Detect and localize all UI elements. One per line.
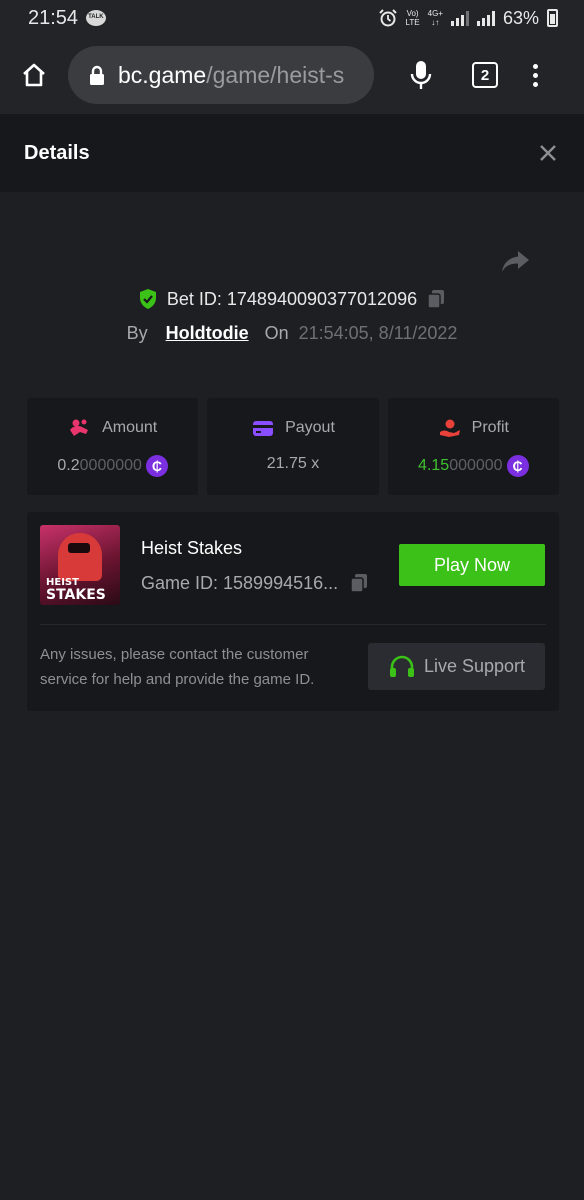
status-time: 21:54 <box>28 6 79 29</box>
close-icon <box>540 145 556 161</box>
microphone-icon <box>410 61 432 89</box>
payout-label: Payout <box>285 419 335 436</box>
on-label: On <box>264 323 289 343</box>
voice-search-button[interactable] <box>406 55 436 95</box>
thumbnail-logo-line2: STAKES <box>46 587 106 603</box>
by-label: By <box>126 323 148 343</box>
bc-coin-icon: ₵ <box>145 455 168 477</box>
home-button[interactable] <box>14 55 54 95</box>
bet-datetime: 21:54:05, 8/11/2022 <box>298 323 458 343</box>
amount-icon <box>70 419 89 436</box>
details-header: Details <box>0 114 584 192</box>
payout-card: Payout 21.75 x <box>207 398 379 495</box>
amount-value-dim: 0000000 <box>79 457 142 474</box>
signal-icon-2 <box>476 10 495 26</box>
amount-value-strong: 0.2 <box>57 457 80 474</box>
signal-icon-1 <box>450 10 469 26</box>
address-bar[interactable]: bc.game/game/heist-s <box>68 46 374 104</box>
profit-value: 4.15000000 ₵ <box>418 455 529 477</box>
payout-value: 21.75 x <box>267 455 319 473</box>
url-host: bc.game <box>118 61 207 88</box>
amount-card: Amount 0.20000000 ₵ <box>27 398 199 495</box>
home-icon <box>23 63 45 87</box>
copy-icon[interactable] <box>425 288 447 310</box>
status-bar: 21:54 Vo)LTE 4G+↓↑ 63% <box>0 0 584 36</box>
share-icon <box>502 251 529 272</box>
profit-value-strong: 4.15 <box>418 457 450 474</box>
bet-id: Bet ID: 1748940090377012096 <box>166 288 418 309</box>
tab-switcher-button[interactable]: 2 <box>472 62 498 88</box>
profit-header: Profit <box>438 418 509 438</box>
dot-icon <box>532 63 538 69</box>
amount-header: Amount <box>68 418 157 438</box>
divider <box>40 624 546 625</box>
game-name: Heist Stakes <box>141 538 243 558</box>
data-arrows-icon: ↓↑ <box>431 18 440 27</box>
game-card: HEIST STAKES Heist Stakes Game ID: 15899… <box>27 512 559 711</box>
username-link[interactable]: Holdtodie <box>166 323 249 344</box>
amount-value: 0.20000000 ₵ <box>57 455 168 477</box>
more-options-button[interactable] <box>530 63 540 87</box>
url-path: /game/heist-s <box>206 61 345 88</box>
live-support-button[interactable]: Live Support <box>368 643 545 690</box>
play-now-button[interactable]: Play Now <box>399 544 545 586</box>
volte-bottom: LTE <box>405 18 420 27</box>
live-support-label: Live Support <box>423 656 526 676</box>
profit-card: Profit 4.15000000 ₵ <box>387 398 559 495</box>
verified-shield-icon <box>139 289 156 309</box>
lock-icon <box>90 65 104 85</box>
net-gen: 4G+ <box>427 9 443 18</box>
talk-notification-icon <box>86 10 107 26</box>
thumbnail-mask <box>68 543 90 553</box>
bet-stats: Amount 0.20000000 ₵ Payout 21.75 x Profi… <box>27 398 559 495</box>
alarm-icon <box>378 9 397 27</box>
game-thumbnail[interactable]: HEIST STAKES <box>40 525 120 605</box>
profit-icon <box>439 419 460 437</box>
close-button[interactable] <box>536 141 560 165</box>
share-button[interactable] <box>500 248 532 276</box>
bc-coin-icon: ₵ <box>506 455 529 477</box>
battery-icon <box>547 9 558 27</box>
thumbnail-figure <box>58 533 102 581</box>
profit-label: Profit <box>471 419 509 436</box>
profit-value-dim: 000000 <box>449 457 503 474</box>
volte-indicator: Vo) LTE <box>406 9 420 27</box>
game-id-row: Game ID: 1589994516... <box>141 572 370 594</box>
bet-id-row: Bet ID: 1748940090377012096 <box>0 288 584 310</box>
amount-label: Amount <box>102 419 158 436</box>
help-text: Any issues, please contact the customer … <box>40 646 315 688</box>
bet-author-row: By Holdtodie On 21:54:05, 8/11/2022 <box>0 323 584 344</box>
volte-top: Vo) <box>406 9 419 18</box>
payout-value-text: 21.75 x <box>266 455 320 472</box>
payout-card-icon <box>253 421 274 436</box>
thumbnail-logo: HEIST STAKES <box>46 577 106 602</box>
battery-percent: 63% <box>502 7 539 28</box>
browser-toolbar: bc.game/game/heist-s 2 <box>0 36 584 114</box>
game-id: Game ID: 1589994516... <box>141 572 339 593</box>
dot-icon <box>532 81 538 87</box>
headset-icon <box>389 655 414 677</box>
details-title: Details <box>24 141 90 164</box>
payout-header: Payout <box>251 418 335 438</box>
network-gen-indicator: 4G+ ↓↑ <box>428 9 443 27</box>
dot-icon <box>532 72 538 78</box>
copy-icon[interactable] <box>348 572 370 594</box>
status-right: Vo) LTE 4G+ ↓↑ 63% <box>378 8 558 29</box>
